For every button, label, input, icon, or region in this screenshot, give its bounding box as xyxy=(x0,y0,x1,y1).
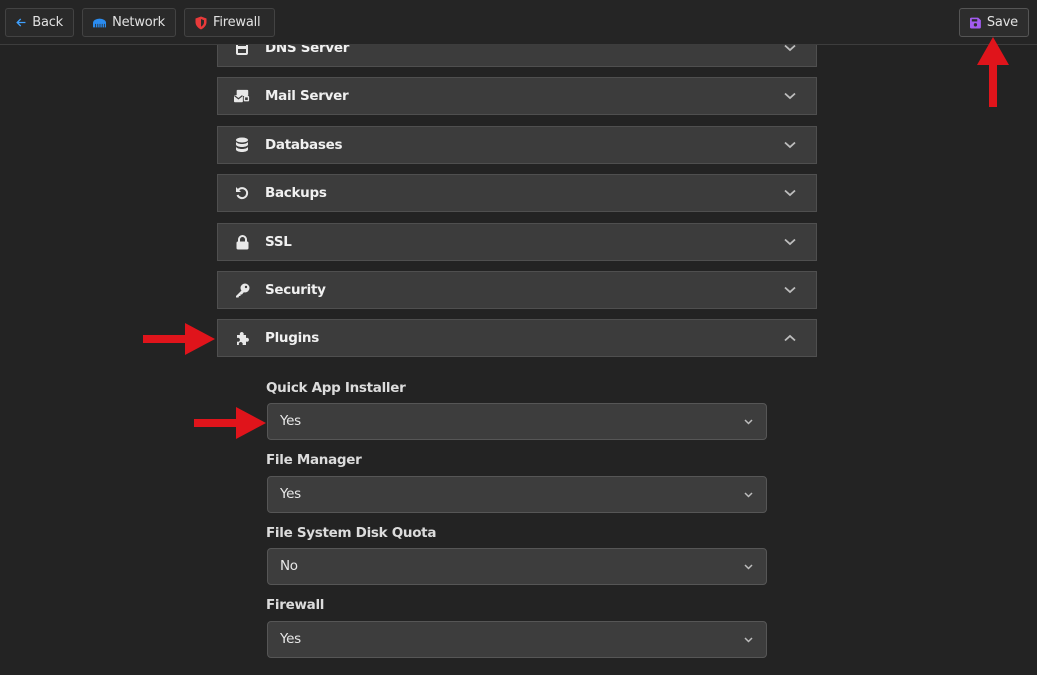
file-system-disk-quota-label: File System Disk Quota xyxy=(266,525,437,541)
select-value: Yes xyxy=(280,631,301,647)
chevron-down-icon xyxy=(784,92,796,100)
arrow-left-icon xyxy=(16,18,26,27)
file-manager-select[interactable]: Yes xyxy=(267,476,767,513)
accordion-label: Backups xyxy=(265,185,327,201)
accordion-databases[interactable]: Databases xyxy=(217,126,817,164)
quick-app-installer-label: Quick App Installer xyxy=(266,380,406,396)
annotation-arrow-quick-app-installer xyxy=(194,407,266,439)
accordion-mail-server[interactable]: Mail Server xyxy=(217,77,817,115)
save-label: Save xyxy=(986,15,1018,30)
mail-server-icon xyxy=(234,88,250,104)
chevron-down-icon xyxy=(744,419,753,425)
chevron-down-icon xyxy=(784,238,796,246)
accordion-label: Databases xyxy=(265,137,343,153)
accordion-label: Mail Server xyxy=(265,88,349,104)
network-button[interactable]: Network xyxy=(82,8,176,37)
database-icon xyxy=(234,137,250,153)
top-toolbar: Back Network Firewall Save xyxy=(0,0,1037,45)
network-label: Network xyxy=(112,15,165,30)
puzzle-icon xyxy=(234,330,250,346)
shield-icon xyxy=(195,16,207,29)
firewall-button[interactable]: Firewall xyxy=(184,8,275,37)
chevron-down-icon xyxy=(784,141,796,149)
select-value: No xyxy=(280,558,298,574)
network-icon xyxy=(93,18,107,27)
chevron-down-icon xyxy=(744,637,753,643)
quick-app-installer-select[interactable]: Yes xyxy=(267,403,767,440)
chevron-down-icon xyxy=(784,189,796,197)
chevron-down-icon xyxy=(744,492,753,498)
firewall-plugin-select[interactable]: Yes xyxy=(267,621,767,658)
back-label: Back xyxy=(32,15,63,30)
accordion-ssl[interactable]: SSL xyxy=(217,223,817,261)
floppy-disk-icon xyxy=(970,17,981,28)
chevron-down-icon xyxy=(784,44,796,52)
accordion-backups[interactable]: Backups xyxy=(217,174,817,212)
chevron-down-icon xyxy=(744,564,753,570)
file-manager-label: File Manager xyxy=(266,452,362,468)
chevron-down-icon xyxy=(784,286,796,294)
accordion-label: Plugins xyxy=(265,330,319,346)
select-value: Yes xyxy=(280,413,301,429)
chevron-up-icon xyxy=(784,334,796,342)
accordion-security[interactable]: Security xyxy=(217,271,817,309)
file-system-disk-quota-select[interactable]: No xyxy=(267,548,767,585)
settings-content: DNS Server Mail Server Databases Backups… xyxy=(0,0,1037,675)
accordion-plugins[interactable]: Plugins xyxy=(217,319,817,357)
firewall-label: Firewall xyxy=(213,15,261,30)
annotation-arrow-plugins xyxy=(143,323,215,355)
back-button[interactable]: Back xyxy=(5,8,74,37)
accordion-label: SSL xyxy=(265,234,292,250)
accordion-label: Security xyxy=(265,282,326,298)
rotate-left-icon xyxy=(234,185,250,201)
key-icon xyxy=(234,282,250,298)
lock-icon xyxy=(234,234,250,250)
save-button[interactable]: Save xyxy=(959,8,1029,37)
select-value: Yes xyxy=(280,486,301,502)
firewall-plugin-label: Firewall xyxy=(266,597,325,613)
